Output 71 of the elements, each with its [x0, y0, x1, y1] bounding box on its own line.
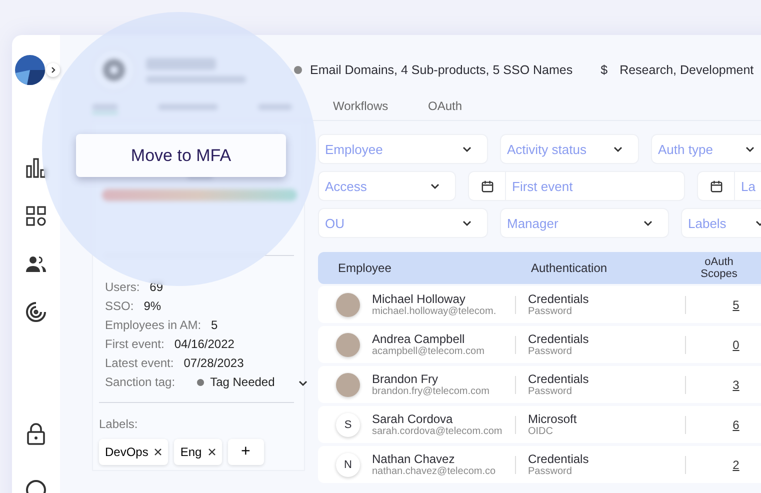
employee-email: michael.holloway@telecom. — [372, 306, 498, 317]
employee-name: Nathan Chavez — [372, 452, 456, 466]
sanction-tag-dropdown[interactable]: Tag Needed — [197, 375, 309, 390]
stat-label: Latest event: — [105, 356, 174, 371]
auth-method: Credentials — [528, 372, 590, 386]
employee-email: nathan.chavez@telecom.co — [372, 466, 497, 477]
stat-value: 07/28/2023 — [184, 356, 244, 371]
avatar-photo — [336, 332, 360, 356]
auth-method: Microsoft — [528, 412, 578, 426]
avatar-initial: N — [336, 452, 360, 476]
auth-method: Credentials — [528, 452, 590, 466]
move-to-mfa-button[interactable]: Move to MFA — [76, 134, 286, 177]
add-label-button[interactable]: + — [228, 439, 264, 465]
employee-email: sarah.cordova@telecom.com — [372, 426, 504, 437]
stat-value: 5 — [211, 318, 218, 333]
employee-name: Michael Holloway — [372, 292, 466, 306]
labels-title: Labels: — [99, 417, 139, 431]
column-header: oAuth Scopes — [700, 256, 738, 280]
tab[interactable]: OAuth — [428, 92, 462, 120]
stat-label: Employees in AM: — [105, 318, 202, 333]
stat-value: 04/16/2022 — [174, 337, 234, 352]
stat-value: 9% — [144, 299, 162, 314]
auth-type: Password — [528, 306, 573, 317]
auth-method: Credentials — [528, 292, 590, 306]
scopes-link[interactable]: 2 — [698, 458, 761, 472]
cost-centers: Research, Development — [620, 63, 754, 77]
auth-type: Password — [528, 346, 573, 357]
expand-button[interactable] — [46, 63, 60, 77]
employee-name: Andrea Campbell — [372, 332, 466, 346]
scopes-link[interactable]: 3 — [698, 378, 761, 392]
logo-icon — [15, 55, 45, 85]
auth-type: Password — [528, 466, 573, 477]
table-row[interactable]: Brandon Fry brandon.fry@telecom.com Credentials Password 3 — [318, 366, 761, 403]
stat-label: SSO: — [105, 299, 134, 314]
domains-summary: Email Domains, 4 Sub-products, 5 SSO Names — [310, 63, 573, 77]
label-chip[interactable]: Eng — [174, 439, 222, 465]
stat-label: First event: — [105, 337, 164, 352]
table-row[interactable]: Michael Holloway michael.holloway@telecom. Credentials Password 5 — [318, 286, 761, 323]
column-header: Employee — [337, 261, 392, 275]
calendar-icon — [480, 180, 494, 192]
stat-value: 69 — [150, 280, 164, 295]
bar-chart-icon[interactable] — [25, 157, 47, 179]
target-icon[interactable] — [25, 301, 47, 323]
table-row[interactable]: Andrea Campbell acampbell@telecom.com Credentials Password 0 — [318, 326, 761, 363]
employee-name: Brandon Fry — [372, 372, 440, 386]
table-row[interactable]: N Nathan Chavez nathan.chavez@telecom.co Credentials Password 2 — [318, 446, 761, 483]
stat-label: Users: — [105, 280, 140, 295]
close-icon[interactable] — [208, 448, 216, 456]
avatar-photo — [336, 372, 360, 396]
tab[interactable]: Workflows — [333, 92, 388, 120]
label-chip[interactable]: DevOps — [99, 439, 168, 465]
table-row[interactable]: S Sarah Cordova sarah.cordova@telecom.com Microsoft OIDC 6 — [318, 406, 761, 443]
scopes-link[interactable]: 0 — [698, 338, 761, 352]
stat-label: Sanction tag: — [105, 375, 176, 390]
currency-icon: $ — [600, 63, 608, 77]
column-header: Authentication — [530, 261, 608, 275]
employee-email: acampbell@telecom.com — [372, 346, 486, 357]
auth-type: Password — [528, 386, 573, 397]
calendar-icon — [710, 180, 722, 192]
scopes-link[interactable]: 5 — [698, 298, 761, 312]
chevron-right-icon — [49, 66, 57, 74]
avatar-photo — [336, 292, 360, 316]
close-icon[interactable] — [154, 448, 162, 456]
employee-email: brandon.fry@telecom.com — [372, 386, 490, 397]
grid-icon[interactable] — [25, 205, 47, 227]
lock-icon[interactable] — [26, 423, 46, 445]
scopes-link[interactable]: 6 — [698, 418, 761, 432]
avatar-initial: S — [336, 412, 360, 436]
auth-type: OIDC — [528, 426, 554, 437]
employee-name: Sarah Cordova — [372, 412, 454, 426]
auth-method: Credentials — [528, 332, 590, 346]
